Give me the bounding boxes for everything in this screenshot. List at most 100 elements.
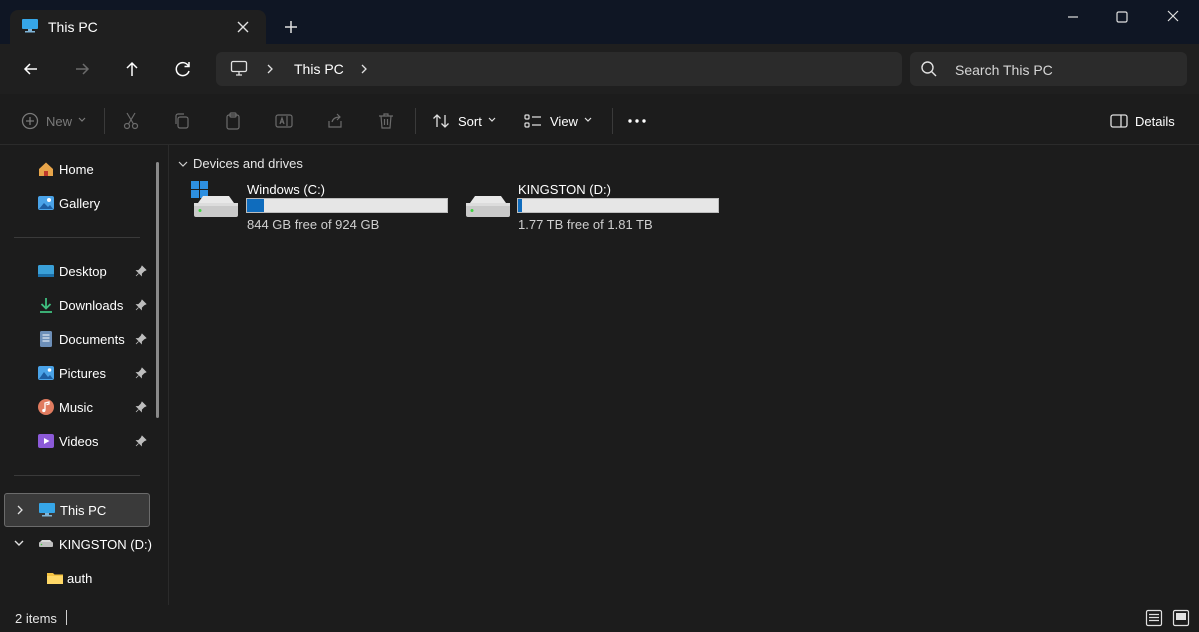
sidebar-item-label: KINGSTON (D:) [59, 537, 152, 552]
chevron-down-icon [583, 116, 593, 124]
large-icons-view-icon[interactable] [1172, 609, 1190, 627]
new-tab-button[interactable] [280, 16, 302, 38]
more-options-icon[interactable] [626, 111, 648, 131]
videos-icon [37, 432, 55, 450]
toolbar-separator [415, 108, 416, 134]
sidebar-item-home[interactable]: Home [4, 153, 148, 185]
music-icon [37, 398, 55, 416]
desktop-icon [37, 262, 55, 280]
tab-title: This PC [48, 19, 98, 35]
sidebar-item-videos[interactable]: Videos [4, 425, 148, 457]
refresh-button[interactable] [169, 55, 197, 83]
breadcrumb-this-pc[interactable]: This PC [294, 61, 344, 77]
drive-d-tile[interactable] [462, 190, 514, 222]
copy-icon[interactable] [172, 111, 192, 131]
drive-usage-bar [517, 198, 719, 213]
sidebar-item-label: Music [59, 400, 93, 415]
chevron-down-icon [487, 116, 497, 124]
chevron-down-icon[interactable] [13, 538, 25, 548]
hard-drive-icon [192, 194, 240, 220]
new-icon[interactable] [20, 111, 40, 131]
sidebar-item-gallery[interactable]: Gallery [4, 187, 148, 219]
documents-icon [37, 330, 55, 348]
drive-name[interactable]: KINGSTON (D:) [518, 182, 611, 197]
hard-drive-icon [464, 194, 512, 220]
sidebar-divider [14, 475, 140, 476]
pin-icon[interactable] [135, 367, 147, 379]
cut-icon[interactable] [121, 111, 141, 131]
folder-icon [46, 569, 64, 587]
pin-icon[interactable] [135, 265, 147, 277]
search-input[interactable] [953, 58, 1177, 82]
pin-icon[interactable] [135, 401, 147, 413]
chevron-right-icon[interactable] [15, 504, 25, 516]
minimize-button[interactable] [1050, 6, 1096, 28]
gallery-icon [37, 194, 55, 212]
drive-free-space: 1.77 TB free of 1.81 TB [518, 217, 653, 232]
pin-icon[interactable] [135, 435, 147, 447]
details-view-icon[interactable] [1145, 609, 1163, 627]
computer-icon [230, 59, 248, 77]
rename-icon[interactable] [274, 111, 294, 131]
sidebar-divider [14, 237, 140, 238]
view-button[interactable]: View [550, 114, 578, 129]
sidebar-item-this-pc[interactable]: This PC [4, 493, 150, 527]
forward-button[interactable] [68, 55, 96, 83]
sidebar-item-desktop[interactable]: Desktop [4, 255, 148, 287]
drive-usage-fill [518, 199, 522, 212]
item-count: 2 items [15, 611, 57, 626]
back-button[interactable] [17, 55, 45, 83]
status-separator [66, 610, 67, 625]
drive-c-tile[interactable] [190, 180, 242, 222]
search-icon [920, 60, 938, 78]
sidebar-item-label: Pictures [59, 366, 106, 381]
drive-usage-fill [247, 199, 264, 212]
new-button[interactable]: New [46, 114, 72, 129]
sidebar-item-label: Desktop [59, 264, 107, 279]
pin-icon[interactable] [135, 299, 147, 311]
drive-icon [37, 535, 55, 553]
sort-icon[interactable] [431, 111, 451, 131]
view-icon[interactable] [523, 111, 543, 131]
chevron-down-icon [77, 116, 87, 124]
chevron-down-icon[interactable] [177, 159, 189, 169]
chevron-right-icon[interactable] [358, 62, 370, 76]
drive-free-space: 844 GB free of 924 GB [247, 217, 380, 232]
sidebar-item-kingston[interactable]: KINGSTON (D:) [4, 528, 152, 560]
sidebar-item-pictures[interactable]: Pictures [4, 357, 148, 389]
pin-icon[interactable] [135, 333, 147, 345]
sidebar-item-label: Downloads [59, 298, 124, 313]
sidebar-item-label: Gallery [59, 196, 101, 211]
share-icon[interactable] [325, 111, 345, 131]
sidebar-item-auth[interactable]: auth [4, 562, 148, 594]
sidebar-item-label: This PC [60, 503, 107, 518]
computer-icon [38, 501, 56, 519]
sidebar-item-label: Home [59, 162, 94, 177]
computer-icon [21, 18, 39, 34]
status-bar [0, 605, 1199, 632]
details-pane-icon[interactable] [1109, 111, 1129, 131]
sort-button[interactable]: Sort [458, 114, 482, 129]
sidebar-item-downloads[interactable]: Downloads [4, 289, 148, 321]
paste-icon[interactable] [223, 111, 243, 131]
group-header-devices[interactable]: Devices and drives [193, 156, 303, 171]
toolbar-separator [104, 108, 105, 134]
home-icon [37, 160, 55, 178]
details-button[interactable]: Details [1135, 114, 1175, 129]
up-button[interactable] [118, 55, 146, 83]
chevron-right-icon[interactable] [264, 62, 276, 76]
drive-name[interactable]: Windows (C:) [247, 182, 325, 197]
sidebar-scrollbar[interactable] [156, 162, 159, 418]
close-tab-icon[interactable] [233, 17, 253, 37]
sidebar-item-music[interactable]: Music [4, 391, 148, 423]
sidebar-item-label: Videos [59, 434, 99, 449]
download-icon [37, 296, 55, 314]
toolbar-separator [612, 108, 613, 134]
delete-icon[interactable] [376, 111, 396, 131]
pictures-icon [37, 364, 55, 382]
maximize-button[interactable] [1099, 6, 1145, 28]
sidebar-item-label: Documents [59, 332, 125, 347]
drive-usage-bar [246, 198, 448, 213]
close-window-button[interactable] [1150, 6, 1196, 28]
sidebar-item-documents[interactable]: Documents [4, 323, 148, 355]
